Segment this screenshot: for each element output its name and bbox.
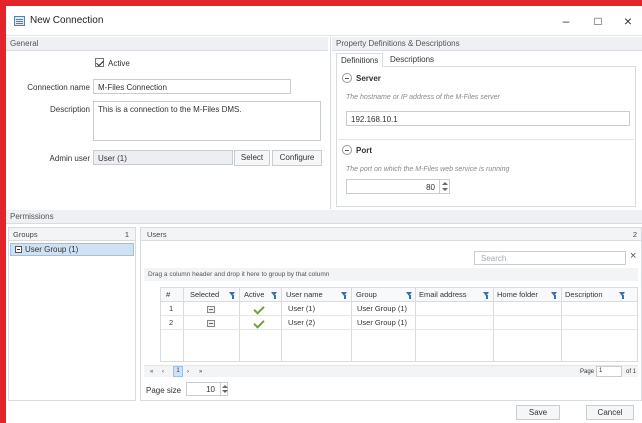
- description-textarea[interactable]: This is a connection to the M-Files DMS.: [93, 101, 321, 141]
- page-number-input[interactable]: 1: [596, 366, 622, 377]
- port-collapse-icon[interactable]: [342, 145, 352, 155]
- search-input[interactable]: Search: [474, 251, 626, 265]
- group-cell: User Group (1): [357, 304, 408, 313]
- general-section-title: General: [6, 37, 328, 51]
- user-name-cell: User (1): [288, 304, 316, 313]
- grid-header-row: # Selected Active User name Group Email …: [161, 288, 637, 302]
- filter-icon[interactable]: [229, 292, 236, 299]
- table-row[interactable]: 1 User (1) User Group (1): [161, 303, 637, 316]
- current-page-button[interactable]: 1: [173, 366, 183, 377]
- page-label: Page: [580, 369, 595, 375]
- users-grid: # Selected Active User name Group Email …: [160, 287, 638, 362]
- prev-page-button[interactable]: ‹: [162, 366, 164, 378]
- col-user-name[interactable]: User name: [286, 289, 323, 301]
- page-size-spinner[interactable]: [220, 383, 228, 395]
- filter-icon[interactable]: [619, 292, 626, 299]
- close-button[interactable]: ×: [618, 12, 638, 30]
- col-group[interactable]: Group: [356, 289, 377, 301]
- page-count-label: of 1: [626, 369, 637, 375]
- row-number: 2: [169, 318, 174, 327]
- filter-icon[interactable]: [341, 292, 348, 299]
- server-input[interactable]: 192.168.10.1: [346, 111, 630, 126]
- spin-down-icon[interactable]: [442, 188, 448, 191]
- next-page-button[interactable]: ›: [187, 366, 189, 378]
- col-number[interactable]: #: [166, 289, 170, 301]
- first-page-button[interactable]: «: [150, 366, 153, 378]
- group-cell: User Group (1): [357, 318, 408, 327]
- admin-user-field: User (1): [93, 150, 233, 165]
- col-selected[interactable]: Selected: [190, 289, 219, 301]
- property-separator: [338, 139, 634, 140]
- save-button[interactable]: Save: [516, 405, 560, 420]
- tab-definitions[interactable]: Definitions: [336, 53, 384, 67]
- description-label: Description: [49, 105, 90, 114]
- col-active[interactable]: Active: [244, 289, 264, 301]
- port-spinner[interactable]: [439, 180, 449, 193]
- users-header-label: Users: [147, 230, 167, 239]
- group-collapse-icon[interactable]: [15, 246, 22, 253]
- connection-name-input[interactable]: M-Files Connection: [93, 79, 291, 94]
- spin-up-icon[interactable]: [442, 182, 448, 185]
- grid-app-icon: [14, 16, 25, 26]
- title-bar: New Connection – □ ×: [6, 6, 642, 36]
- window-title: New Connection: [30, 15, 104, 26]
- last-page-button[interactable]: »: [199, 366, 202, 378]
- row-number: 1: [169, 304, 174, 313]
- table-row[interactable]: 2 User (2) User Group (1): [161, 317, 637, 330]
- col-description[interactable]: Description: [565, 289, 603, 301]
- active-label: Active: [108, 59, 130, 68]
- section-divider: [330, 37, 331, 209]
- tab-descriptions[interactable]: Descriptions: [386, 53, 438, 67]
- port-title: Port: [356, 146, 372, 155]
- new-connection-window: New Connection – □ × General Active Conn…: [6, 6, 642, 423]
- select-button[interactable]: Select: [234, 150, 270, 166]
- filter-icon[interactable]: [483, 292, 490, 299]
- filter-icon[interactable]: [551, 292, 558, 299]
- col-email-address[interactable]: Email address: [419, 289, 467, 301]
- connection-name-label: Connection name: [27, 83, 90, 92]
- configure-button[interactable]: Configure: [272, 150, 322, 166]
- groups-count: 1: [124, 230, 129, 239]
- page-size-label: Page size: [146, 386, 182, 395]
- spin-up-icon[interactable]: [222, 385, 228, 388]
- server-description: The hostname or IP address of the M-File…: [346, 94, 500, 101]
- property-definitions-title: Property Definitions & Descriptions: [332, 37, 642, 51]
- active-check-icon: [253, 306, 264, 314]
- port-input[interactable]: 80: [346, 179, 450, 194]
- cancel-button[interactable]: Cancel: [586, 405, 634, 420]
- property-tabs: Definitions Descriptions: [336, 53, 636, 67]
- users-count: 2: [632, 230, 637, 239]
- server-title: Server: [356, 74, 381, 83]
- server-collapse-icon[interactable]: [342, 73, 352, 83]
- selected-checkbox[interactable]: [207, 306, 215, 313]
- active-checkbox[interactable]: [95, 58, 104, 67]
- col-home-folder[interactable]: Home folder: [497, 289, 538, 301]
- group-item-label: User Group (1): [25, 245, 79, 254]
- port-description: The port on which the M-Files web servic…: [346, 166, 510, 173]
- groups-header: Groups 1: [8, 227, 136, 241]
- admin-user-label: Admin user: [49, 154, 90, 163]
- spin-down-icon[interactable]: [222, 390, 228, 393]
- groups-header-label: Groups: [13, 230, 38, 239]
- user-name-cell: User (2): [288, 318, 316, 327]
- clear-search-icon[interactable]: ×: [630, 250, 636, 262]
- group-by-hint: Drag a column header and drop it here to…: [144, 268, 638, 281]
- users-header: Users 2: [140, 227, 642, 241]
- filter-icon[interactable]: [406, 292, 413, 299]
- filter-icon[interactable]: [271, 292, 278, 299]
- pager: « ‹ 1 › » Page 1 of 1: [144, 365, 638, 377]
- selected-checkbox[interactable]: [207, 320, 215, 327]
- active-check-icon: [253, 320, 264, 328]
- group-item[interactable]: User Group (1): [10, 243, 134, 256]
- maximize-button[interactable]: □: [588, 12, 608, 30]
- minimize-button[interactable]: –: [556, 12, 576, 30]
- permissions-section-title: Permissions: [6, 210, 642, 224]
